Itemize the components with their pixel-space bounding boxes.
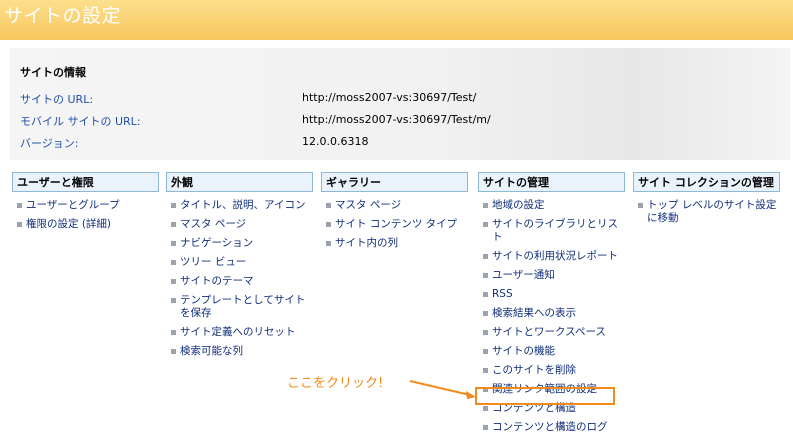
callout-text: ここをクリック! [287, 376, 384, 391]
callout-arrow-icon [409, 380, 476, 399]
